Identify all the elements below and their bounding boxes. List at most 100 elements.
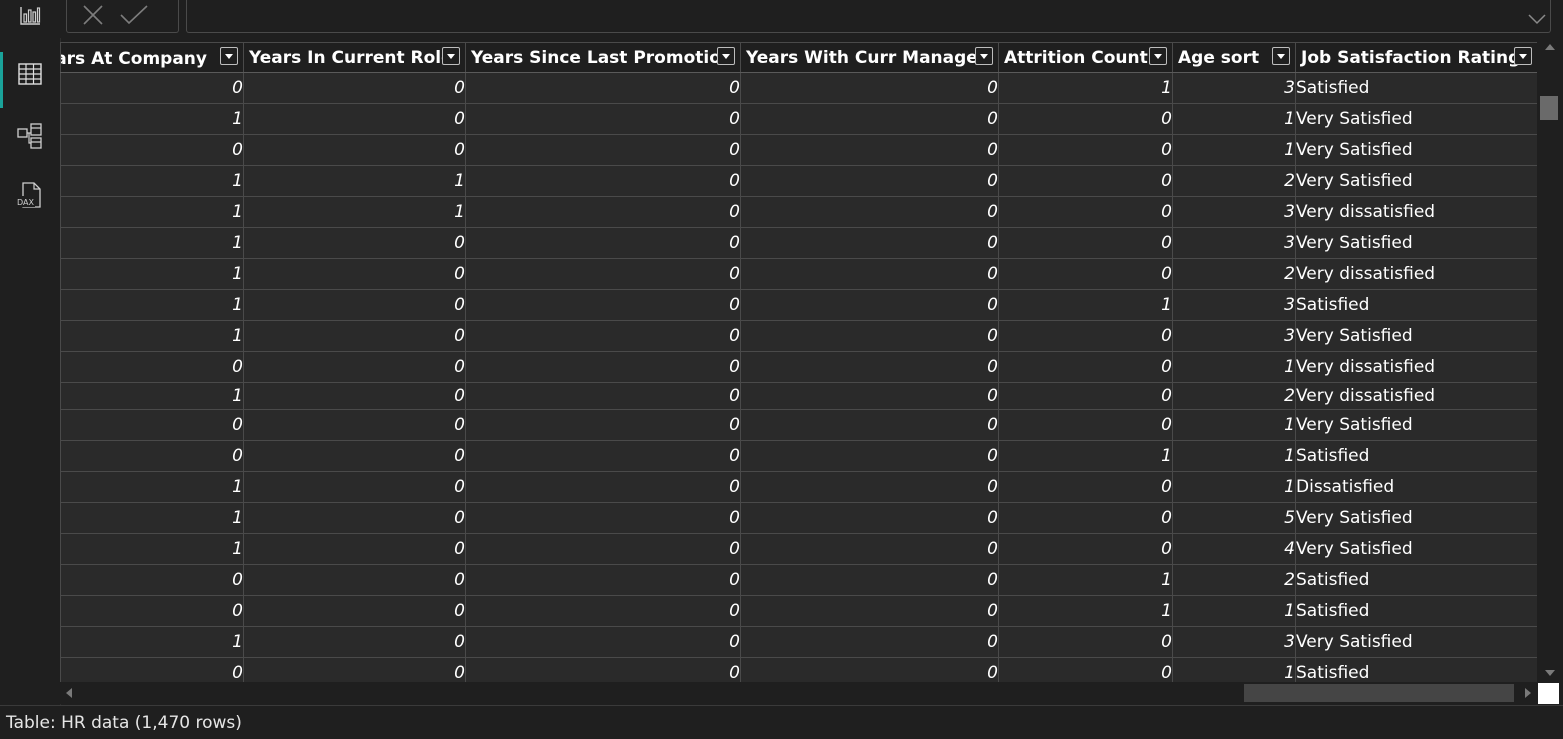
table-cell[interactable]: 1 — [1172, 440, 1296, 472]
table-cell[interactable]: Very Satisfied — [1295, 227, 1537, 259]
table-cell[interactable]: 0 — [243, 564, 466, 596]
table-cell[interactable]: 0 — [243, 471, 466, 503]
table-cell[interactable]: 1 — [1172, 471, 1296, 503]
table-cell[interactable]: 0 — [740, 657, 999, 682]
commit-formula-icon[interactable] — [119, 3, 149, 27]
table-cell[interactable]: 0 — [998, 258, 1173, 290]
column-header[interactable]: Years In Current Role — [243, 42, 466, 73]
table-cell[interactable]: 1 — [60, 626, 244, 658]
table-cell[interactable]: 0 — [243, 103, 466, 135]
table-cell[interactable]: 0 — [465, 440, 741, 472]
scroll-up-arrow-icon[interactable] — [1545, 44, 1555, 50]
cancel-formula-icon[interactable] — [81, 3, 105, 27]
scroll-right-arrow-icon[interactable] — [1525, 688, 1531, 698]
table-cell[interactable]: Very Satisfied — [1295, 165, 1537, 197]
table-cell[interactable]: 0 — [998, 227, 1173, 259]
table-cell[interactable]: 1 — [60, 533, 244, 565]
table-cell[interactable]: Very dissatisfied — [1295, 382, 1537, 410]
table-cell[interactable]: 1 — [1172, 595, 1296, 627]
table-cell[interactable]: 0 — [465, 289, 741, 321]
table-cell[interactable]: 0 — [740, 382, 999, 410]
table-cell[interactable]: 1 — [998, 72, 1173, 104]
table-cell[interactable]: 3 — [1172, 320, 1296, 352]
table-cell[interactable]: 3 — [1172, 289, 1296, 321]
table-cell[interactable]: 0 — [998, 533, 1173, 565]
table-cell[interactable]: 0 — [465, 657, 741, 682]
table-cell[interactable]: 0 — [740, 72, 999, 104]
table-cell[interactable]: 0 — [998, 196, 1173, 228]
table-cell[interactable]: 0 — [243, 258, 466, 290]
column-filter-dropdown-icon[interactable] — [975, 47, 993, 65]
table-cell[interactable]: 0 — [243, 351, 466, 383]
table-cell[interactable]: 0 — [998, 626, 1173, 658]
table-cell[interactable]: 4 — [1172, 533, 1296, 565]
table-cell[interactable]: 0 — [465, 72, 741, 104]
horizontal-scrollbar[interactable] — [60, 682, 1537, 704]
table-view-button[interactable] — [0, 48, 60, 108]
column-filter-dropdown-icon[interactable] — [220, 47, 238, 65]
vertical-scroll-thumb[interactable] — [1540, 96, 1558, 120]
table-cell[interactable]: 0 — [740, 165, 999, 197]
table-cell[interactable]: 3 — [1172, 72, 1296, 104]
table-cell[interactable]: 0 — [243, 72, 466, 104]
horizontal-scroll-thumb[interactable] — [1244, 684, 1514, 702]
table-cell[interactable]: 0 — [243, 595, 466, 627]
table-cell[interactable]: 0 — [465, 320, 741, 352]
table-cell[interactable]: 0 — [60, 134, 244, 166]
table-cell[interactable]: 1 — [60, 165, 244, 197]
table-cell[interactable]: 0 — [998, 657, 1173, 682]
table-cell[interactable]: 0 — [740, 471, 999, 503]
table-cell[interactable]: Very dissatisfied — [1295, 258, 1537, 290]
table-cell[interactable]: 1 — [243, 165, 466, 197]
table-cell[interactable]: 0 — [465, 382, 741, 410]
table-cell[interactable]: 0 — [740, 258, 999, 290]
column-filter-dropdown-icon[interactable] — [442, 47, 460, 65]
column-header[interactable]: Years Since Last Promotion — [465, 42, 741, 73]
table-cell[interactable]: 0 — [740, 320, 999, 352]
table-cell[interactable]: 0 — [740, 227, 999, 259]
table-cell[interactable]: 1 — [1172, 103, 1296, 135]
table-cell[interactable]: 0 — [60, 72, 244, 104]
table-cell[interactable]: 0 — [243, 227, 466, 259]
table-cell[interactable]: 2 — [1172, 564, 1296, 596]
table-cell[interactable]: Satisfied — [1295, 657, 1537, 682]
table-cell[interactable]: 0 — [465, 595, 741, 627]
table-cell[interactable]: 1 — [243, 196, 466, 228]
table-cell[interactable]: 0 — [740, 289, 999, 321]
table-cell[interactable]: 1 — [60, 258, 244, 290]
table-cell[interactable]: 1 — [60, 103, 244, 135]
table-cell[interactable]: 3 — [1172, 626, 1296, 658]
table-cell[interactable]: 0 — [243, 440, 466, 472]
table-cell[interactable]: 0 — [740, 351, 999, 383]
table-cell[interactable]: 0 — [243, 657, 466, 682]
table-cell[interactable]: Very dissatisfied — [1295, 196, 1537, 228]
table-cell[interactable]: 0 — [243, 502, 466, 534]
table-cell[interactable]: 0 — [465, 258, 741, 290]
table-cell[interactable]: 1 — [60, 320, 244, 352]
table-cell[interactable]: 0 — [60, 440, 244, 472]
table-cell[interactable]: 1 — [998, 564, 1173, 596]
dax-query-view-button[interactable]: DAX — [0, 170, 60, 222]
table-cell[interactable]: 0 — [740, 564, 999, 596]
table-cell[interactable]: 1 — [998, 289, 1173, 321]
column-filter-dropdown-icon[interactable] — [1149, 47, 1167, 65]
table-cell[interactable]: 1 — [60, 471, 244, 503]
table-cell[interactable]: 0 — [243, 626, 466, 658]
table-cell[interactable]: 0 — [998, 351, 1173, 383]
expand-formula-chevron-icon[interactable] — [1527, 13, 1547, 25]
table-cell[interactable]: 0 — [740, 502, 999, 534]
column-header[interactable]: ears At Company — [60, 42, 244, 73]
column-header[interactable]: Age sort — [1172, 42, 1296, 73]
scroll-down-arrow-icon[interactable] — [1545, 670, 1555, 676]
column-filter-dropdown-icon[interactable] — [1272, 47, 1290, 65]
table-cell[interactable]: 0 — [998, 134, 1173, 166]
table-cell[interactable]: 0 — [465, 134, 741, 166]
table-cell[interactable]: 0 — [998, 409, 1173, 441]
table-cell[interactable]: 0 — [243, 134, 466, 166]
table-cell[interactable]: 1 — [1172, 409, 1296, 441]
table-cell[interactable]: Satisfied — [1295, 564, 1537, 596]
table-cell[interactable]: 0 — [243, 320, 466, 352]
table-cell[interactable]: 0 — [465, 165, 741, 197]
table-cell[interactable]: 1 — [1172, 134, 1296, 166]
table-cell[interactable]: 0 — [740, 409, 999, 441]
